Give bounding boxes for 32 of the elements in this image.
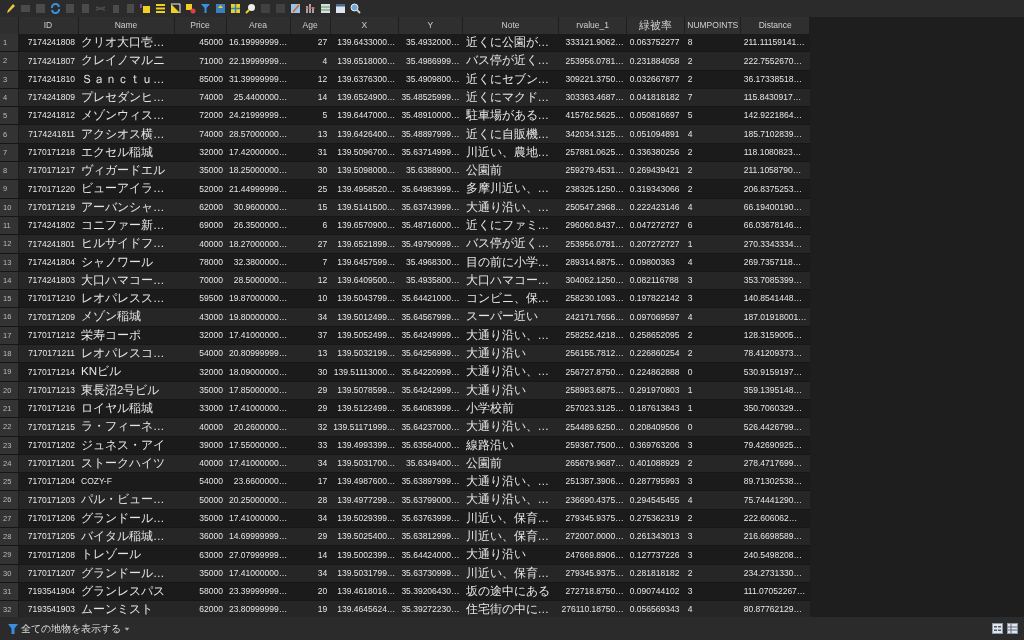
field-calculator-icon[interactable] bbox=[290, 3, 301, 14]
pencil-icon[interactable] bbox=[5, 3, 16, 14]
zoom-search-icon[interactable] bbox=[350, 3, 361, 14]
column-header[interactable]: Distance bbox=[740, 17, 810, 34]
conditional-formatting-icon[interactable] bbox=[305, 3, 316, 14]
dock-window-icon[interactable] bbox=[335, 3, 346, 14]
move-up-icon[interactable] bbox=[215, 3, 226, 14]
column-header[interactable]: ID bbox=[18, 17, 78, 34]
column-header[interactable]: Age bbox=[290, 17, 331, 34]
attribute-table-icon[interactable] bbox=[320, 3, 331, 14]
deselect-icon[interactable] bbox=[185, 3, 196, 14]
column-header[interactable]: Area bbox=[226, 17, 291, 34]
form-view-icon[interactable] bbox=[992, 623, 1003, 634]
pan-icon[interactable] bbox=[230, 3, 241, 14]
column-header[interactable]: Y bbox=[398, 17, 463, 34]
column-header[interactable]: Price bbox=[174, 17, 226, 34]
select-all-icon[interactable] bbox=[155, 3, 166, 14]
magnifier-icon[interactable] bbox=[245, 3, 256, 14]
caret-icon bbox=[124, 625, 130, 632]
column-header[interactable]: 緑被率 bbox=[626, 17, 685, 34]
column-header[interactable]: rvalue_1 bbox=[558, 17, 627, 34]
invert-selection-icon[interactable] bbox=[170, 3, 181, 14]
column-header[interactable]: X bbox=[330, 17, 399, 34]
filter-icon[interactable] bbox=[200, 3, 211, 14]
table-view-icon[interactable] bbox=[1007, 623, 1018, 634]
column-header[interactable]: Note bbox=[462, 17, 559, 34]
select-expression-icon[interactable] bbox=[140, 3, 151, 14]
filter-dropdown-button[interactable]: 全ての地物を表示する bbox=[6, 620, 132, 637]
refresh-icon[interactable] bbox=[50, 3, 61, 14]
column-header[interactable]: Name bbox=[78, 17, 174, 34]
filter-icon bbox=[8, 623, 18, 634]
column-header[interactable]: NUMPOINTS bbox=[684, 17, 741, 34]
